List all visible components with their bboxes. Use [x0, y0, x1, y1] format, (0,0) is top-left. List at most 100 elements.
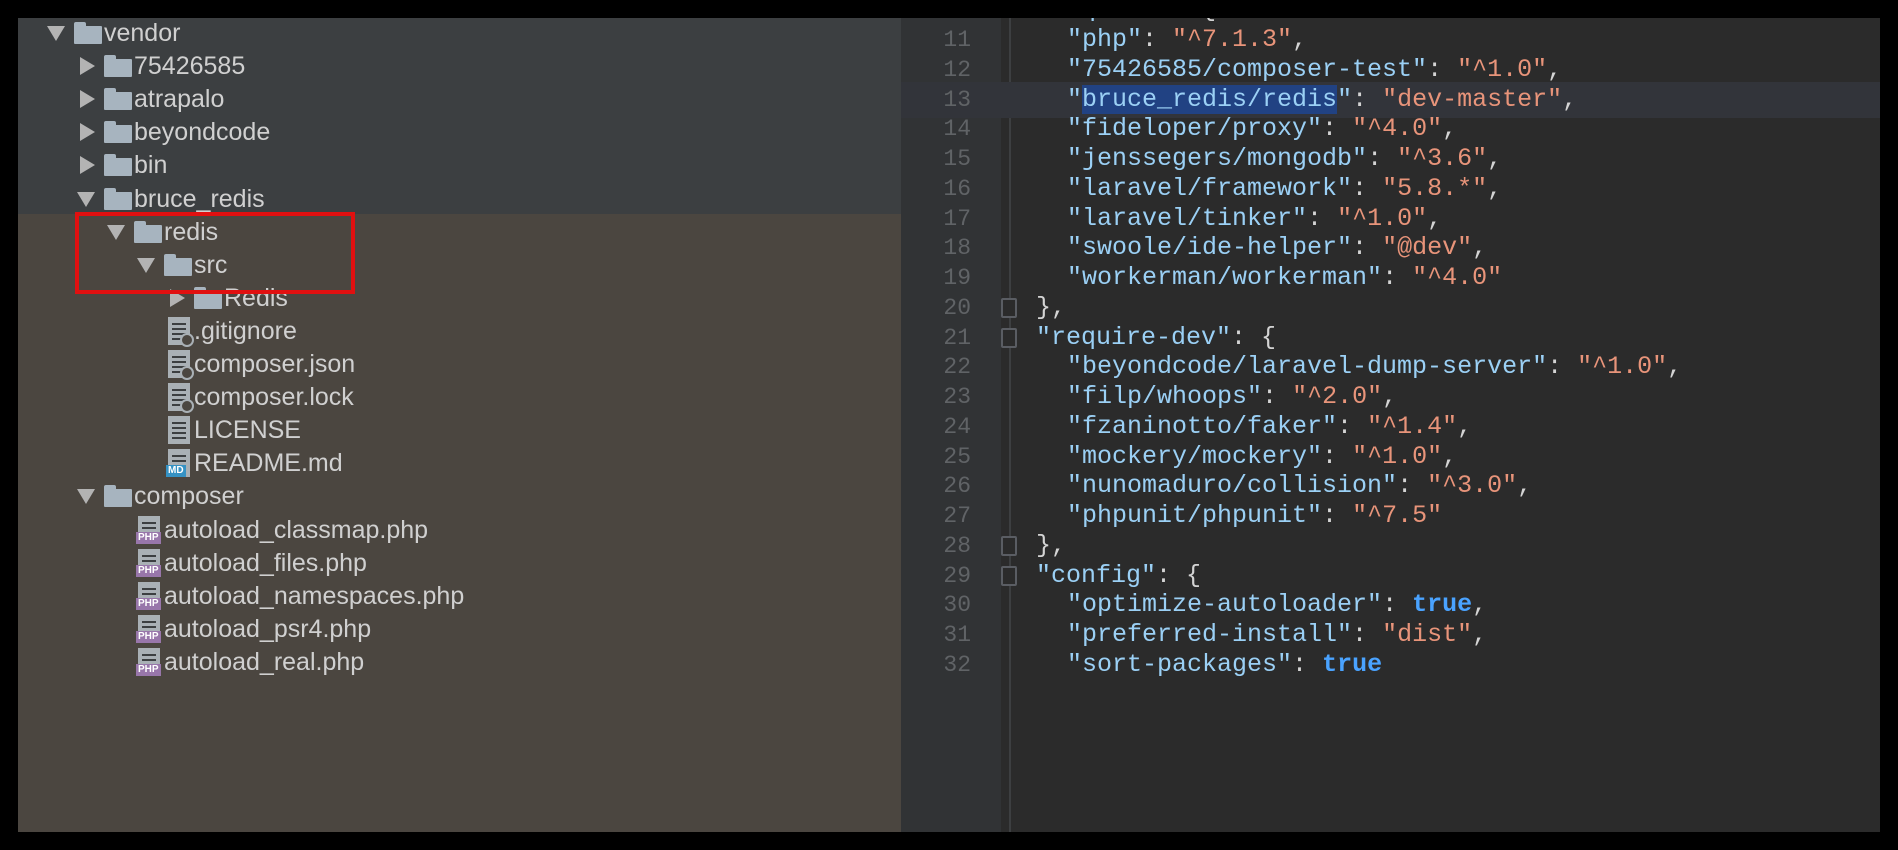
code-line-32[interactable]: 32 "sort-packages": true [901, 647, 1880, 683]
json-boolean: true [1322, 649, 1383, 679]
json-key: "nunomaduro/collision" [1067, 471, 1398, 501]
json-punctuation: , [1547, 54, 1563, 84]
json-punctuation: , [1472, 590, 1488, 620]
tree-item-label: beyondcode [134, 118, 271, 147]
code-editor[interactable]: 10"require": {11"php": "^7.1.3",12"75426… [901, 18, 1880, 832]
json-colon: : [1382, 263, 1413, 292]
json-string: "^2.0" [1292, 382, 1383, 411]
json-punctuation: , [1442, 114, 1458, 144]
tree-item-label: bin [134, 151, 168, 180]
tree-item-label: autoload_files.php [164, 548, 367, 577]
json-key: "sort-packages" [1067, 649, 1293, 679]
tree-item-label: atrapalo [134, 85, 225, 114]
json-string: "^7.1.3" [1172, 25, 1293, 54]
json-punctuation: }, [1036, 530, 1067, 560]
json-key: "mockery/mockery" [1067, 441, 1323, 471]
folder-icon [74, 22, 102, 44]
json-colon: : [1352, 84, 1383, 114]
json-colon: : [1292, 649, 1323, 679]
json-string: "^7.5" [1352, 501, 1443, 530]
php-badge: PHP [136, 663, 161, 676]
fold-start-icon[interactable] [1001, 327, 1017, 348]
php-file-icon: PHP [136, 647, 161, 676]
php-file-icon: PHP [136, 581, 161, 610]
json-colon: : [1352, 173, 1383, 203]
json-punctuation: , [1442, 441, 1458, 471]
json-string: "^3.6" [1397, 144, 1488, 173]
json-colon: : [1322, 114, 1353, 144]
json-file-icon [168, 350, 194, 380]
json-string: "^1.0" [1457, 54, 1548, 84]
chevron-right-icon[interactable] [80, 123, 95, 142]
json-punctuation: , [1667, 352, 1683, 382]
json-key: "fideloper/proxy" [1067, 114, 1323, 144]
chevron-right-icon[interactable] [80, 156, 95, 175]
chevron-down-icon[interactable] [77, 489, 95, 505]
chevron-right-icon[interactable] [80, 90, 95, 109]
json-punctuation: , [1487, 144, 1503, 173]
json-key: "optimize-autoloader" [1067, 590, 1383, 620]
fold-start-icon[interactable] [1001, 565, 1017, 586]
selected-text: bruce_redis/redis [1082, 84, 1338, 114]
tree-item-label: composer.json [194, 350, 356, 378]
json-punctuation: , [1472, 233, 1488, 263]
code-text: "sort-packages": true [1067, 647, 1382, 683]
folder-icon [104, 485, 132, 508]
json-colon: : [1322, 441, 1353, 471]
json-boolean: true [1412, 590, 1473, 620]
json-string: "@dev" [1382, 233, 1473, 263]
json-string: "^4.0" [1412, 263, 1503, 292]
tree-item-label: composer.lock [194, 383, 354, 412]
json-punctuation: }, [1036, 292, 1067, 322]
tree-item-label: LICENSE [194, 416, 301, 445]
json-colon: : [1427, 54, 1458, 84]
chevron-right-icon[interactable] [80, 57, 95, 76]
markdown-file-icon: MD [166, 449, 190, 478]
json-key: "phpunit/phpunit" [1067, 501, 1323, 530]
json-colon: : [1547, 352, 1578, 382]
json-colon: : [1367, 144, 1398, 173]
json-punctuation: , [1562, 84, 1578, 114]
json-key-quote: " [1067, 84, 1083, 114]
json-string: "^3.0" [1427, 471, 1518, 501]
json-string: "dist" [1382, 620, 1473, 649]
folder-icon [104, 154, 132, 177]
gitignore-file-icon [168, 316, 194, 347]
project-tree: vendor 75426585 atrapalo beyondcode bin bruce… [18, 18, 901, 832]
json-key: "php" [1067, 25, 1143, 54]
folder-icon [104, 187, 132, 210]
chevron-down-icon[interactable] [47, 26, 65, 41]
tree-item-label: .gitignore [194, 316, 297, 345]
json-key: "75426585/composer-test" [1067, 54, 1428, 84]
json-string: "dev-master" [1382, 84, 1563, 114]
json-punctuation: , [1382, 382, 1398, 411]
json-punctuation: , [1427, 203, 1443, 233]
json-key: "fzaninotto/faker" [1067, 411, 1338, 441]
tree-item-label: bruce_redis [134, 184, 265, 213]
json-key: "laravel/tinker" [1067, 203, 1308, 233]
json-string: "5.8.*" [1382, 173, 1488, 203]
folder-icon [104, 121, 132, 144]
json-key-quote: " [1337, 84, 1353, 114]
annotation-highlight-box [75, 212, 355, 294]
chevron-down-icon[interactable] [77, 191, 95, 207]
fold-end-icon[interactable] [1001, 535, 1017, 556]
json-key: "filp/whoops" [1067, 382, 1263, 411]
json-string: "^1.0" [1337, 203, 1428, 233]
json-key: "laravel/framework" [1067, 173, 1353, 203]
json-key: "preferred-install" [1067, 620, 1353, 649]
json-colon: : [1352, 620, 1383, 649]
json-key: "jenssegers/mongodb" [1067, 144, 1368, 173]
json-string: "^1.4" [1367, 411, 1458, 441]
json-key: "config" [1036, 560, 1157, 590]
tree-item-autoload-real-php[interactable]: PHP autoload_real.php [18, 642, 901, 682]
tree-item-label: autoload_namespaces.php [164, 581, 465, 610]
folder-icon [104, 55, 132, 78]
fold-end-icon[interactable] [1001, 297, 1017, 318]
json-string: "^1.0" [1577, 352, 1668, 382]
json-key: "workerman/workerman" [1067, 263, 1383, 292]
lock-file-icon [168, 383, 194, 414]
tree-item-label: autoload_psr4.php [164, 614, 372, 643]
folder-icon [104, 88, 132, 111]
json-colon: : [1322, 501, 1353, 530]
